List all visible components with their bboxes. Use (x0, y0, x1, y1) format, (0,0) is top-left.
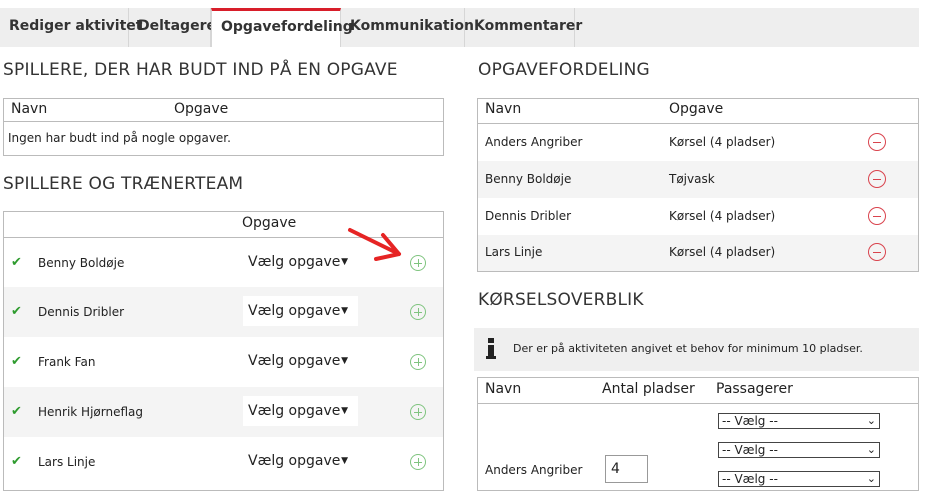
tab-deltagere[interactable]: Deltagere (129, 8, 216, 47)
select-value: Vælg opgave (248, 403, 341, 419)
add-icon[interactable] (410, 255, 426, 271)
info-icon (486, 338, 496, 360)
assignee-name: Anders Angriber (485, 135, 583, 149)
add-icon[interactable] (410, 404, 426, 420)
tab-rediger-aktivitet[interactable]: Rediger aktivitet (0, 8, 142, 47)
table-row: ✔ Henrik Hjørneflag Vælg opgave ▼ (4, 387, 443, 437)
remove-icon[interactable] (868, 170, 886, 188)
tab-bar: Rediger aktivitet Deltagere Opgavefordel… (0, 8, 919, 47)
col-header-name: Navn (485, 101, 522, 117)
check-icon: ✔ (11, 404, 22, 419)
tab-opgavefordeling[interactable]: Opgavefordeling (211, 8, 353, 47)
select-value: Vælg opgave (248, 303, 341, 319)
col-header-task: Opgave (174, 101, 229, 117)
passenger-select[interactable]: -- Vælg -- ⌄ (718, 442, 880, 458)
task-select[interactable]: Vælg opgave ▼ (243, 247, 358, 277)
col-header-seats: Antal pladser (602, 381, 695, 397)
tab-kommentarer[interactable]: Kommentarer (465, 8, 582, 47)
table-row: Lars Linje Kørsel (4 pladser) (478, 235, 918, 271)
chevron-down-icon: ⌄ (866, 472, 876, 485)
info-box: Der er på aktiviteten angivet et behov f… (474, 328, 919, 371)
assign-table: Navn Opgave Anders Angriber Kørsel (4 pl… (477, 98, 919, 272)
add-icon[interactable] (410, 304, 426, 320)
task-select[interactable]: Vælg opgave ▼ (243, 446, 358, 476)
remove-icon[interactable] (868, 207, 886, 225)
annotation-arrow-icon (348, 228, 401, 261)
col-header-passengers: Passagerer (716, 381, 793, 397)
chevron-down-icon: ▼ (341, 456, 348, 466)
player-name: Frank Fan (38, 355, 96, 369)
check-icon: ✔ (11, 304, 22, 319)
chevron-down-icon: ⌄ (866, 443, 876, 456)
chevron-down-icon: ▼ (341, 356, 348, 366)
bids-table: Navn Opgave Ingen har budt ind på nogle … (3, 98, 444, 156)
table-row: Anders Angriber Kørsel (4 pladser) (478, 124, 918, 161)
tab-label: Deltagere (138, 18, 216, 34)
assigned-task: Tøjvask (669, 172, 715, 186)
assigned-task: Kørsel (4 pladser) (669, 245, 776, 259)
passenger-select[interactable]: -- Vælg -- ⌄ (718, 471, 880, 487)
check-icon: ✔ (11, 454, 22, 469)
col-header-task: Opgave (669, 101, 724, 117)
table-row: Benny Boldøje Tøjvask (478, 161, 918, 198)
tab-label: Kommunikation (350, 18, 474, 34)
tab-label: Kommentarer (474, 18, 583, 34)
table-row: ✔ Frank Fan Vælg opgave ▼ (4, 337, 443, 387)
select-value: Vælg opgave (248, 254, 341, 270)
table-row: ✔ Dennis Dribler Vælg opgave ▼ (4, 287, 443, 337)
tab-label: Opgavefordeling (221, 19, 353, 35)
tab-label: Rediger aktivitet (9, 18, 143, 34)
remove-icon[interactable] (868, 243, 886, 261)
table-row: Dennis Dribler Kørsel (4 pladser) (478, 198, 918, 235)
driver-name: Anders Angriber (485, 463, 583, 477)
player-name: Benny Boldøje (38, 256, 125, 270)
assignee-name: Dennis Dribler (485, 209, 572, 223)
select-value: -- Vælg -- (722, 443, 778, 457)
assigned-task: Kørsel (4 pladser) (669, 209, 776, 223)
task-select[interactable]: Vælg opgave ▼ (243, 346, 358, 376)
driving-table: Navn Antal pladser Passagerer Anders Ang… (477, 377, 919, 491)
team-heading: SPILLERE OG TRÆNERTEAM (3, 174, 244, 194)
player-name: Henrik Hjørneflag (38, 405, 143, 419)
info-text: Der er på aktiviteten angivet et behov f… (513, 342, 863, 355)
check-icon: ✔ (11, 354, 22, 369)
empty-text: Ingen har budt ind på nogle opgaver. (8, 131, 231, 145)
remove-icon[interactable] (868, 133, 886, 151)
col-header-task: Opgave (242, 215, 297, 231)
select-value: Vælg opgave (248, 353, 341, 369)
player-name: Lars Linje (38, 455, 96, 469)
col-header-name: Navn (485, 381, 522, 397)
select-value: -- Vælg -- (722, 414, 778, 428)
select-value: -- Vælg -- (722, 472, 778, 486)
assign-heading: OPGAVEFORDELING (478, 60, 650, 80)
add-icon[interactable] (410, 454, 426, 470)
divider (4, 121, 443, 122)
passenger-select[interactable]: -- Vælg -- ⌄ (718, 413, 880, 429)
chevron-down-icon: ▼ (341, 306, 348, 316)
task-select[interactable]: Vælg opgave ▼ (243, 296, 358, 326)
task-select[interactable]: Vælg opgave ▼ (243, 396, 358, 426)
col-header-name: Navn (11, 101, 48, 117)
tab-kommunikation[interactable]: Kommunikation (341, 8, 474, 47)
assignee-name: Benny Boldøje (485, 172, 572, 186)
seats-input[interactable]: 4 (605, 455, 648, 483)
add-icon[interactable] (410, 354, 426, 370)
driving-heading: KØRSELSOVERBLIK (478, 290, 644, 310)
player-name: Dennis Dribler (38, 305, 125, 319)
assignee-name: Lars Linje (485, 245, 543, 259)
divider (478, 403, 918, 404)
chevron-down-icon: ▼ (341, 406, 348, 416)
bids-heading: SPILLERE, DER HAR BUDT IND PÅ EN OPGAVE (3, 60, 398, 80)
select-value: Vælg opgave (248, 453, 341, 469)
check-icon: ✔ (11, 255, 22, 270)
chevron-down-icon: ⌄ (866, 414, 876, 427)
assigned-task: Kørsel (4 pladser) (669, 135, 776, 149)
